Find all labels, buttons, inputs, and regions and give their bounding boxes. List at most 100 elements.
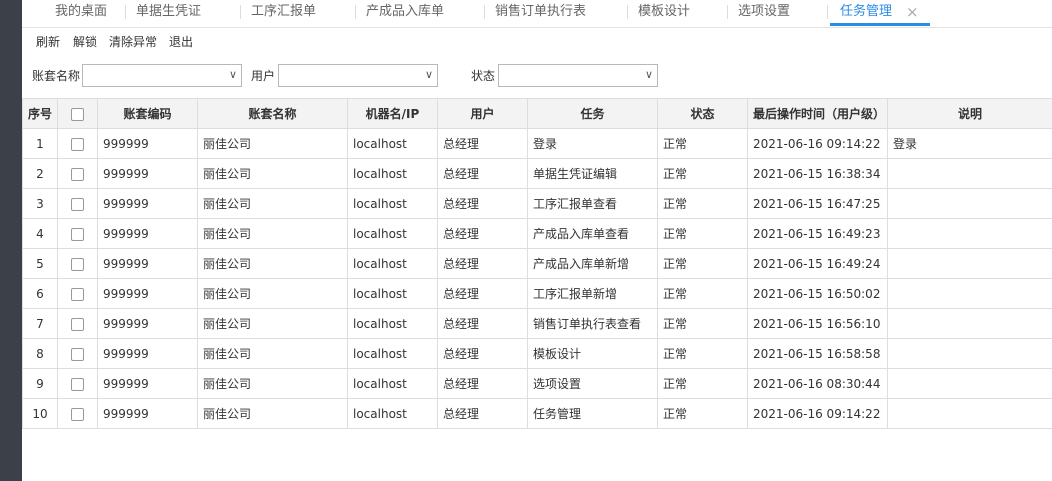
cell-machine: localhost xyxy=(347,248,438,279)
cell-note xyxy=(887,158,1052,189)
cell-name: 丽佳公司 xyxy=(197,128,348,159)
row-checkbox[interactable] xyxy=(71,257,84,271)
tab-separator xyxy=(727,5,728,19)
cell-note xyxy=(887,278,1052,309)
tab-process-report[interactable]: 工序汇报单 xyxy=(251,0,316,26)
cell-code: 999999 xyxy=(97,368,198,399)
row-checkbox[interactable] xyxy=(71,347,84,361)
tab-finished-goods-inbound[interactable]: 产成品入库单 xyxy=(366,0,444,26)
table-row[interactable]: 5 999999 丽佳公司 localhost 总经理 产成品入库单新增 正常 … xyxy=(22,248,1052,279)
tab-doc-to-voucher[interactable]: 单据生凭证 xyxy=(136,0,201,26)
clear-error-button[interactable]: 清除异常 xyxy=(109,27,157,57)
row-checkbox[interactable] xyxy=(71,137,84,151)
tab-separator xyxy=(355,5,356,19)
cell-task: 选项设置 xyxy=(527,368,658,399)
table-row[interactable]: 9 999999 丽佳公司 localhost 总经理 选项设置 正常 2021… xyxy=(22,368,1052,399)
cell-machine: localhost xyxy=(347,128,438,159)
table-row[interactable]: 4 999999 丽佳公司 localhost 总经理 产成品入库单查看 正常 … xyxy=(22,218,1052,249)
cell-index: 9 xyxy=(22,368,58,399)
row-checkbox[interactable] xyxy=(71,377,84,391)
table-row[interactable]: 6 999999 丽佳公司 localhost 总经理 工序汇报单新增 正常 2… xyxy=(22,278,1052,309)
cell-select xyxy=(57,308,98,339)
cell-select xyxy=(57,158,98,189)
status-label: 状态 xyxy=(471,69,496,83)
cell-name: 丽佳公司 xyxy=(197,278,348,309)
cell-select xyxy=(57,368,98,399)
row-checkbox[interactable] xyxy=(71,167,84,181)
cell-select xyxy=(57,188,98,219)
cell-code: 999999 xyxy=(97,248,198,279)
col-header-name: 账套名称 xyxy=(197,98,348,129)
cell-code: 999999 xyxy=(97,278,198,309)
cell-index: 2 xyxy=(22,158,58,189)
tab-my-desktop[interactable]: 我的桌面 xyxy=(55,0,107,26)
status-select[interactable]: ∨ xyxy=(498,64,658,87)
cell-name: 丽佳公司 xyxy=(197,368,348,399)
cell-machine: localhost xyxy=(347,368,438,399)
cell-code: 999999 xyxy=(97,338,198,369)
col-header-index: 序号 xyxy=(22,98,58,129)
col-header-user: 用户 xyxy=(437,98,528,129)
cell-task: 工序汇报单新增 xyxy=(527,278,658,309)
cell-name: 丽佳公司 xyxy=(197,338,348,369)
refresh-button[interactable]: 刷新 xyxy=(36,27,60,57)
cell-name: 丽佳公司 xyxy=(197,218,348,249)
exit-button[interactable]: 退出 xyxy=(169,27,193,57)
tab-options[interactable]: 选项设置 xyxy=(738,0,790,26)
cell-index: 8 xyxy=(22,338,58,369)
tab-sales-order-execution[interactable]: 销售订单执行表 xyxy=(495,0,586,26)
cell-user: 总经理 xyxy=(437,248,528,279)
cell-note xyxy=(887,308,1052,339)
select-all-checkbox[interactable] xyxy=(71,107,84,121)
cell-code: 999999 xyxy=(97,128,198,159)
cell-status: 正常 xyxy=(657,128,748,159)
col-header-task: 任务 xyxy=(527,98,658,129)
cell-index: 1 xyxy=(22,128,58,159)
tab-separator xyxy=(484,5,485,19)
user-label: 用户 xyxy=(251,69,276,83)
cell-status: 正常 xyxy=(657,338,748,369)
cell-name: 丽佳公司 xyxy=(197,158,348,189)
cell-time: 2021-06-15 16:49:23 xyxy=(747,218,888,249)
row-checkbox[interactable] xyxy=(71,317,84,331)
row-checkbox[interactable] xyxy=(71,407,84,421)
cell-time: 2021-06-15 16:56:10 xyxy=(747,308,888,339)
tab-separator xyxy=(240,5,241,19)
account-name-select[interactable]: ∨ xyxy=(82,64,242,87)
row-checkbox[interactable] xyxy=(71,197,84,211)
table-row[interactable]: 1 999999 丽佳公司 localhost 总经理 登录 正常 2021-0… xyxy=(22,128,1052,159)
table-row[interactable]: 10 999999 丽佳公司 localhost 总经理 任务管理 正常 202… xyxy=(22,398,1052,429)
cell-task: 产成品入库单查看 xyxy=(527,218,658,249)
cell-machine: localhost xyxy=(347,398,438,429)
row-checkbox[interactable] xyxy=(71,227,84,241)
cell-status: 正常 xyxy=(657,368,748,399)
cell-time: 2021-06-16 09:14:22 xyxy=(747,398,888,429)
tab-separator xyxy=(827,5,828,19)
tab-template-design[interactable]: 模板设计 xyxy=(638,0,690,26)
cell-select xyxy=(57,278,98,309)
cell-select xyxy=(57,128,98,159)
cell-code: 999999 xyxy=(97,218,198,249)
cell-task: 工序汇报单查看 xyxy=(527,188,658,219)
unlock-button[interactable]: 解锁 xyxy=(73,27,97,57)
cell-machine: localhost xyxy=(347,188,438,219)
table-row[interactable]: 8 999999 丽佳公司 localhost 总经理 模板设计 正常 2021… xyxy=(22,338,1052,369)
cell-select xyxy=(57,398,98,429)
table-row[interactable]: 2 999999 丽佳公司 localhost 总经理 单据生凭证编辑 正常 2… xyxy=(22,158,1052,189)
cell-user: 总经理 xyxy=(437,128,528,159)
cell-name: 丽佳公司 xyxy=(197,188,348,219)
col-header-code: 账套编码 xyxy=(97,98,198,129)
col-header-note: 说明 xyxy=(887,98,1052,129)
user-select[interactable]: ∨ xyxy=(278,64,438,87)
table-row[interactable]: 3 999999 丽佳公司 localhost 总经理 工序汇报单查看 正常 2… xyxy=(22,188,1052,219)
cell-code: 999999 xyxy=(97,188,198,219)
tab-separator xyxy=(125,5,126,19)
cell-time: 2021-06-15 16:58:58 xyxy=(747,338,888,369)
cell-task: 销售订单执行表查看 xyxy=(527,308,658,339)
cell-note xyxy=(887,368,1052,399)
cell-select xyxy=(57,338,98,369)
table-row[interactable]: 7 999999 丽佳公司 localhost 总经理 销售订单执行表查看 正常… xyxy=(22,308,1052,339)
toolbar: 刷新 解锁 清除异常 退出 xyxy=(22,27,1052,57)
row-checkbox[interactable] xyxy=(71,287,84,301)
cell-user: 总经理 xyxy=(437,158,528,189)
